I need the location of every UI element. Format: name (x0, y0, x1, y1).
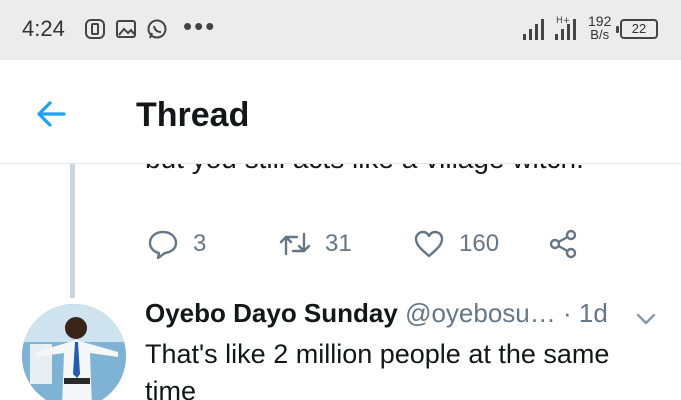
gallery-icon (116, 20, 136, 38)
tweet-action-bar: 3 31 160 (0, 226, 681, 262)
more-notifications-dots: ••• (183, 11, 217, 41)
author-handle[interactable]: @oyebosu… (405, 298, 556, 328)
reply-icon (148, 230, 178, 260)
retweet-count: 31 (325, 230, 352, 257)
tweet-timestamp: 1d (578, 298, 608, 328)
network-speed-unit: B/s (590, 27, 610, 42)
status-time: 4:24 (22, 16, 65, 41)
tweet-text: That's like 2 million people at the same… (145, 339, 610, 400)
retweet-button[interactable]: 31 (279, 226, 352, 262)
meta-separator: · (563, 298, 572, 328)
chevron-down-icon[interactable] (634, 307, 658, 331)
like-count: 160 (459, 230, 500, 257)
notification-app-icon (85, 19, 105, 39)
signal-hplus-icon: H+ (555, 16, 576, 40)
network-speed: 192 B/s (588, 14, 611, 42)
avatar-photo (22, 304, 126, 400)
author-display-name[interactable]: Oyebo Dayo Sunday (145, 298, 398, 328)
app-header: Thread (0, 60, 681, 164)
like-button[interactable]: 160 (413, 226, 499, 262)
status-bar: 4:24 ••• H+ 192 B/s 22 (0, 0, 681, 60)
share-button[interactable] (547, 226, 579, 262)
heart-icon (414, 230, 444, 258)
whatsapp-icon (147, 19, 167, 39)
reply-button[interactable]: 3 (147, 226, 206, 262)
page-title: Thread (136, 96, 250, 134)
reply-count: 3 (193, 230, 207, 257)
battery-level: 22 (631, 21, 647, 36)
signal-bars-icon (523, 19, 544, 40)
tweet-author-line: Oyebo Dayo Sunday @oyebosu… · 1d (145, 298, 608, 329)
back-arrow-icon[interactable] (30, 92, 74, 136)
avatar[interactable] (22, 304, 126, 400)
battery-icon: 22 (616, 19, 658, 39)
retweet-icon (279, 232, 311, 256)
share-icon (549, 229, 577, 259)
